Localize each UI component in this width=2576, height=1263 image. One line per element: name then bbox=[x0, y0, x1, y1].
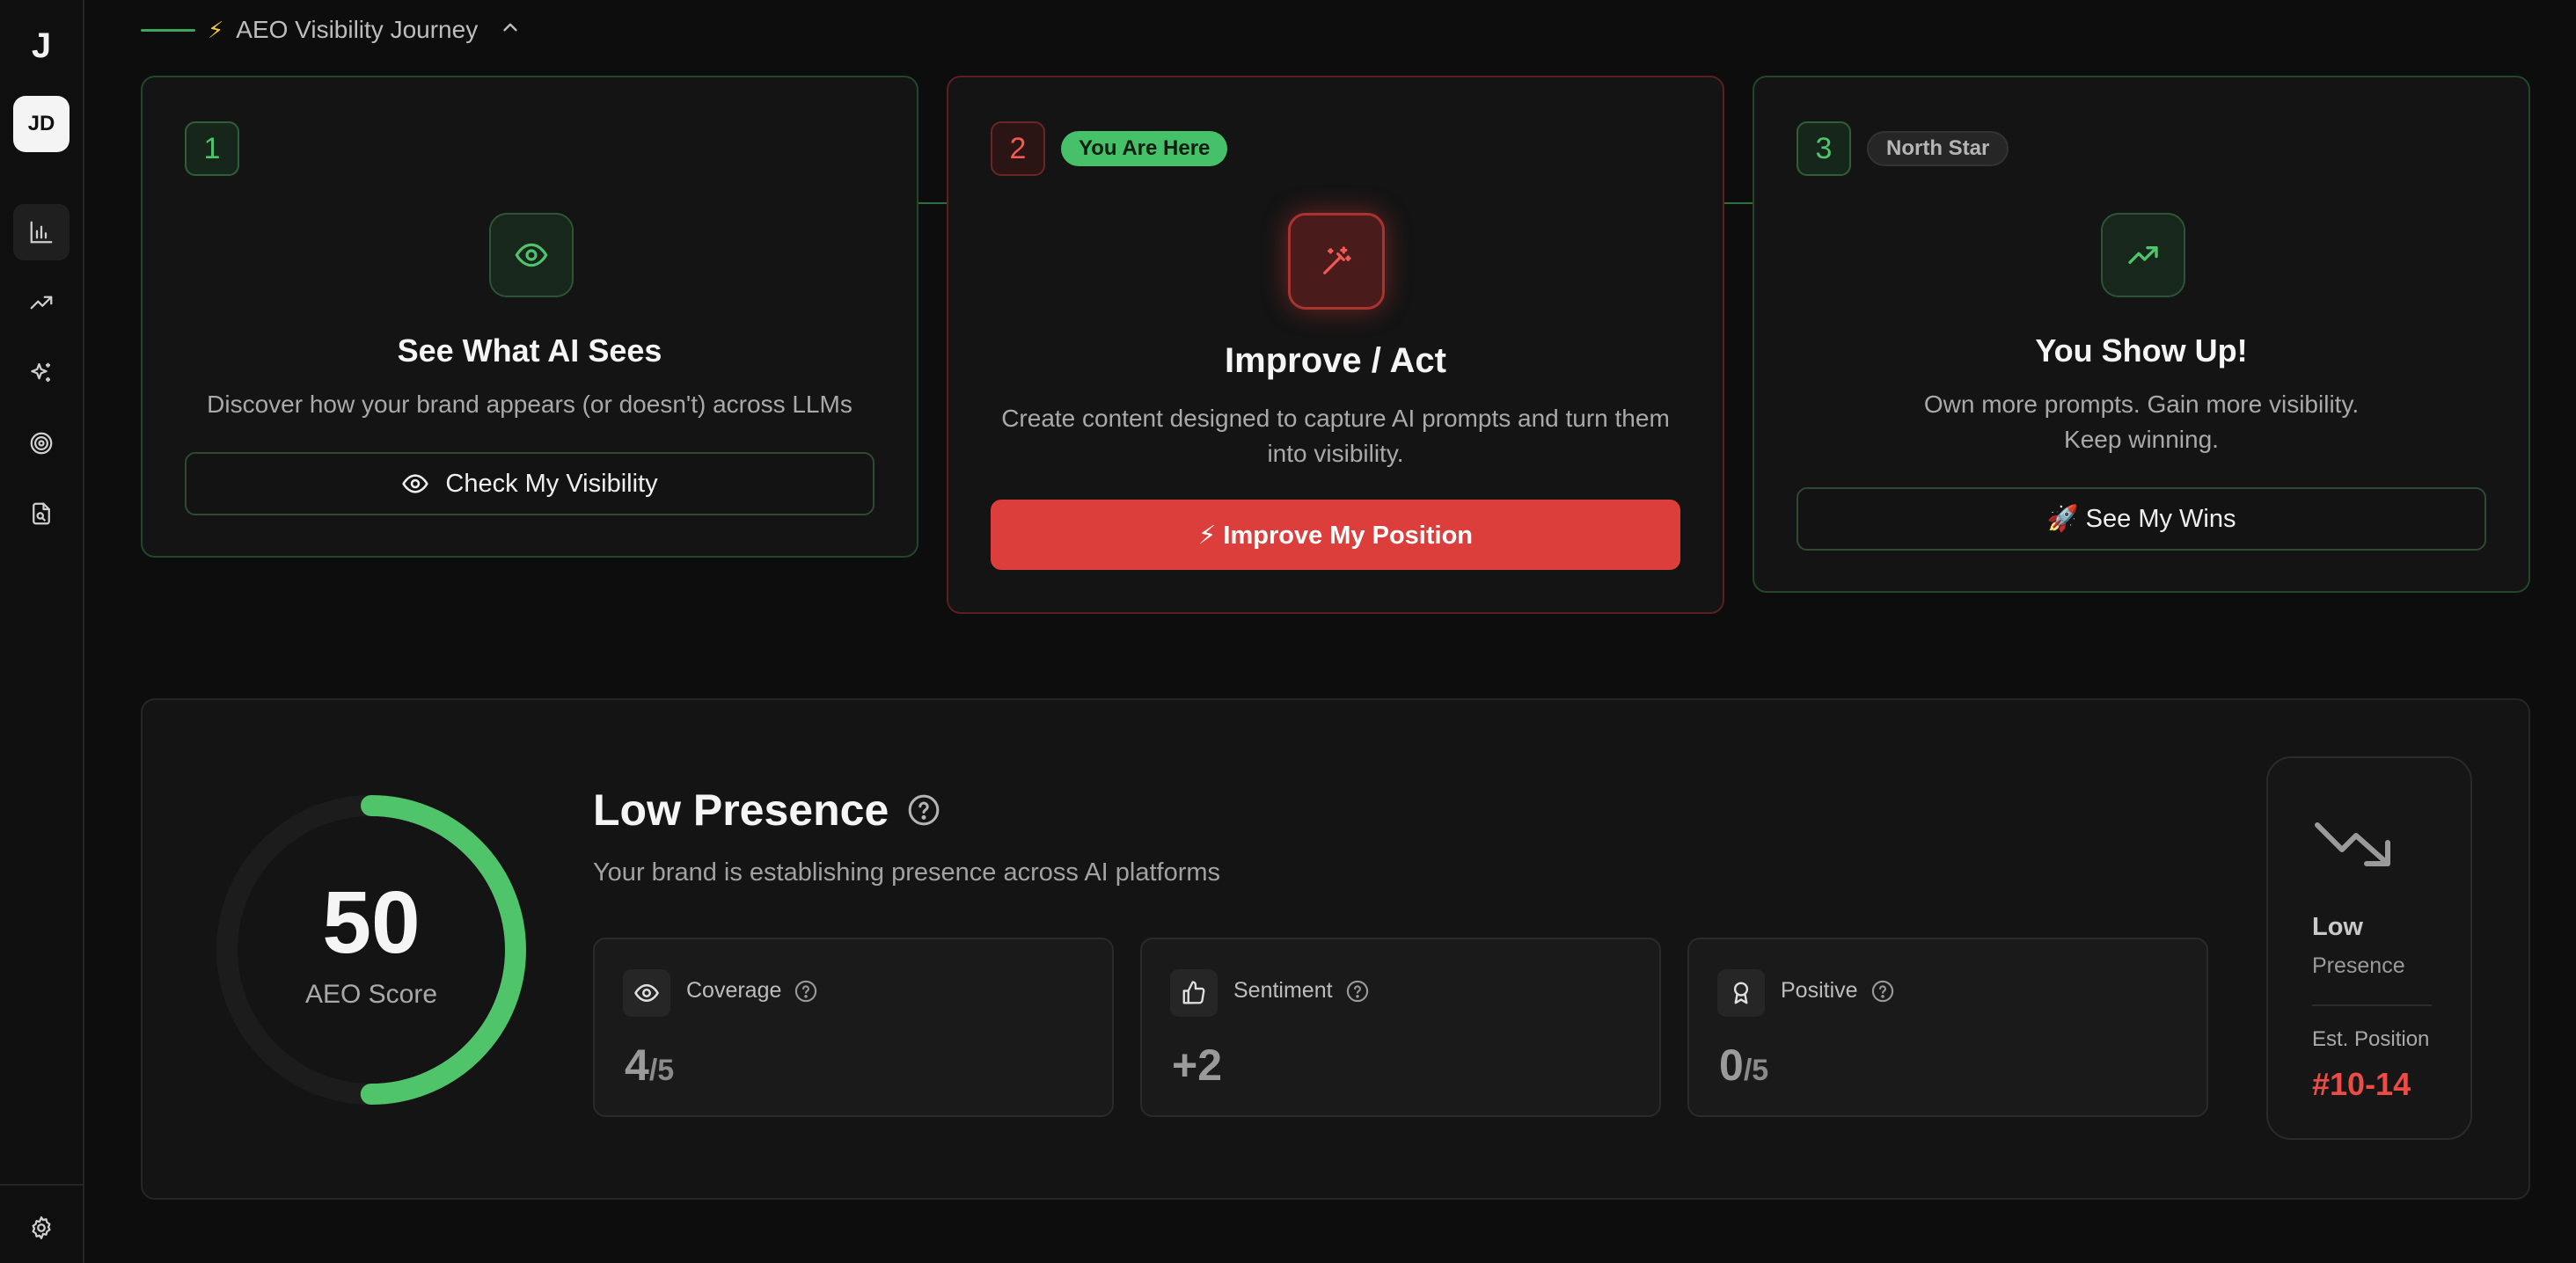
step-connector bbox=[917, 202, 948, 204]
metric-value: 0/5 bbox=[1719, 1040, 1768, 1091]
eye-icon bbox=[634, 983, 659, 1003]
avatar[interactable]: JD bbox=[13, 96, 70, 152]
nav-targets[interactable] bbox=[13, 415, 70, 471]
step-icon-box bbox=[489, 213, 574, 297]
metric-value: +2 bbox=[1172, 1040, 1222, 1091]
est-position-label: Est. Position bbox=[2312, 1027, 2430, 1051]
step-description: Discover how your brand appears (or does… bbox=[207, 391, 853, 418]
metric-icon-box bbox=[623, 969, 670, 1017]
metric-number: 0 bbox=[1719, 1040, 1744, 1090]
trending-down-icon bbox=[2315, 822, 2390, 866]
metric-number: +2 bbox=[1172, 1040, 1223, 1090]
aeo-score-label: AEO Score bbox=[304, 980, 438, 1009]
trending-up-icon bbox=[30, 296, 53, 310]
trending-up-icon bbox=[2128, 246, 2158, 264]
metric-icon-box bbox=[1170, 969, 1218, 1017]
journey-title: AEO Visibility Journey bbox=[236, 16, 479, 43]
presence-level: Low bbox=[2312, 913, 2363, 941]
nav-settings[interactable] bbox=[13, 1200, 70, 1256]
metric-card-sentiment: Sentiment +2 bbox=[1140, 938, 1661, 1117]
step-number: 1 bbox=[185, 121, 239, 176]
metric-label-text: Sentiment bbox=[1233, 978, 1333, 1003]
metric-denominator: /5 bbox=[648, 1054, 675, 1087]
metric-label: Sentiment bbox=[1233, 978, 1370, 1004]
see-wins-button[interactable]: 🚀 See My Wins bbox=[1797, 487, 2486, 551]
step-card-3: 3 North Star You Show Up! Own more promp… bbox=[1753, 76, 2530, 593]
help-circle-icon[interactable] bbox=[906, 792, 941, 828]
improve-position-button[interactable]: ⚡ Improve My Position bbox=[991, 500, 1680, 570]
button-label: Check My Visibility bbox=[445, 469, 658, 498]
presence-title: Low Presence bbox=[593, 785, 941, 836]
metric-value: 4/5 bbox=[625, 1040, 674, 1091]
presence-title-text: Low Presence bbox=[593, 785, 889, 835]
est-position-value: #10-14 bbox=[2312, 1066, 2411, 1102]
metric-denominator: /5 bbox=[1743, 1054, 1769, 1087]
step-description: Create content designed to capture AI pr… bbox=[1001, 405, 1670, 467]
help-circle-icon[interactable] bbox=[1870, 979, 1895, 1004]
app-logo[interactable]: J bbox=[0, 26, 83, 66]
side-card-divider bbox=[2312, 1004, 2432, 1006]
you-are-here-badge: You Are Here bbox=[1061, 131, 1228, 166]
thumbs-up-icon bbox=[1182, 981, 1205, 1004]
metric-icon-box bbox=[1717, 969, 1765, 1017]
aeo-score-panel: 50 AEO Score Low Presence Your brand is … bbox=[141, 698, 2530, 1200]
check-visibility-button[interactable]: Check My Visibility bbox=[185, 452, 875, 515]
north-star-badge: North Star bbox=[1867, 131, 2009, 166]
eye-icon bbox=[515, 243, 548, 267]
step-number: 3 bbox=[1797, 121, 1851, 176]
metric-label: Positive bbox=[1781, 978, 1895, 1004]
metric-label-text: Coverage bbox=[686, 978, 782, 1003]
step-card-1: 1 See What AI Sees Discover how your bra… bbox=[141, 76, 918, 558]
bolt-icon: ⚡ bbox=[208, 16, 224, 43]
step-number: 2 bbox=[991, 121, 1045, 176]
step-description: Own more prompts. Gain more visibility. … bbox=[1923, 391, 2360, 453]
file-search-icon bbox=[33, 502, 50, 525]
analytics-icon bbox=[30, 221, 53, 244]
journey-toggle[interactable]: ⚡ AEO Visibility Journey bbox=[141, 12, 522, 47]
help-circle-icon[interactable] bbox=[1345, 979, 1370, 1004]
sparkles-icon bbox=[31, 362, 50, 382]
metric-label-text: Positive bbox=[1781, 978, 1858, 1003]
metric-card-coverage: Coverage 4/5 bbox=[593, 938, 1114, 1117]
target-icon bbox=[30, 432, 53, 455]
magic-wand-icon bbox=[1323, 246, 1351, 274]
nav-reports[interactable] bbox=[13, 485, 70, 542]
chevron-up-icon bbox=[490, 16, 522, 45]
metric-number: 4 bbox=[625, 1040, 649, 1090]
journey-line bbox=[141, 28, 195, 32]
help-circle-icon[interactable] bbox=[794, 979, 818, 1004]
step-icon-box bbox=[2101, 213, 2185, 297]
eye-icon bbox=[402, 474, 429, 493]
nav-ai[interactable] bbox=[13, 345, 70, 401]
metric-card-positive: Positive 0/5 bbox=[1687, 938, 2208, 1117]
step-title: See What AI Sees bbox=[397, 332, 662, 369]
nav-trends[interactable] bbox=[13, 274, 70, 331]
presence-level-card: Low Presence Est. Position #10-14 bbox=[2266, 756, 2472, 1140]
gear-icon bbox=[32, 1216, 51, 1239]
presence-subtitle: Your brand is establishing presence acro… bbox=[593, 858, 1221, 887]
aeo-score-value: 50 bbox=[322, 873, 421, 972]
step-card-2: 2 You Are Here Improve / Act Create cont… bbox=[947, 76, 1724, 614]
metric-label: Coverage bbox=[686, 978, 818, 1004]
presence-level-sub: Presence bbox=[2312, 953, 2405, 978]
sidebar-divider bbox=[0, 1184, 83, 1186]
step-connector bbox=[1723, 202, 1754, 204]
step-icon-box bbox=[1288, 213, 1385, 310]
step-title: You Show Up! bbox=[2035, 332, 2248, 369]
nav-analytics[interactable] bbox=[13, 204, 70, 260]
step-title: Improve / Act bbox=[1225, 341, 1446, 380]
sidebar: J JD bbox=[0, 0, 84, 1263]
award-icon bbox=[1733, 982, 1749, 1004]
